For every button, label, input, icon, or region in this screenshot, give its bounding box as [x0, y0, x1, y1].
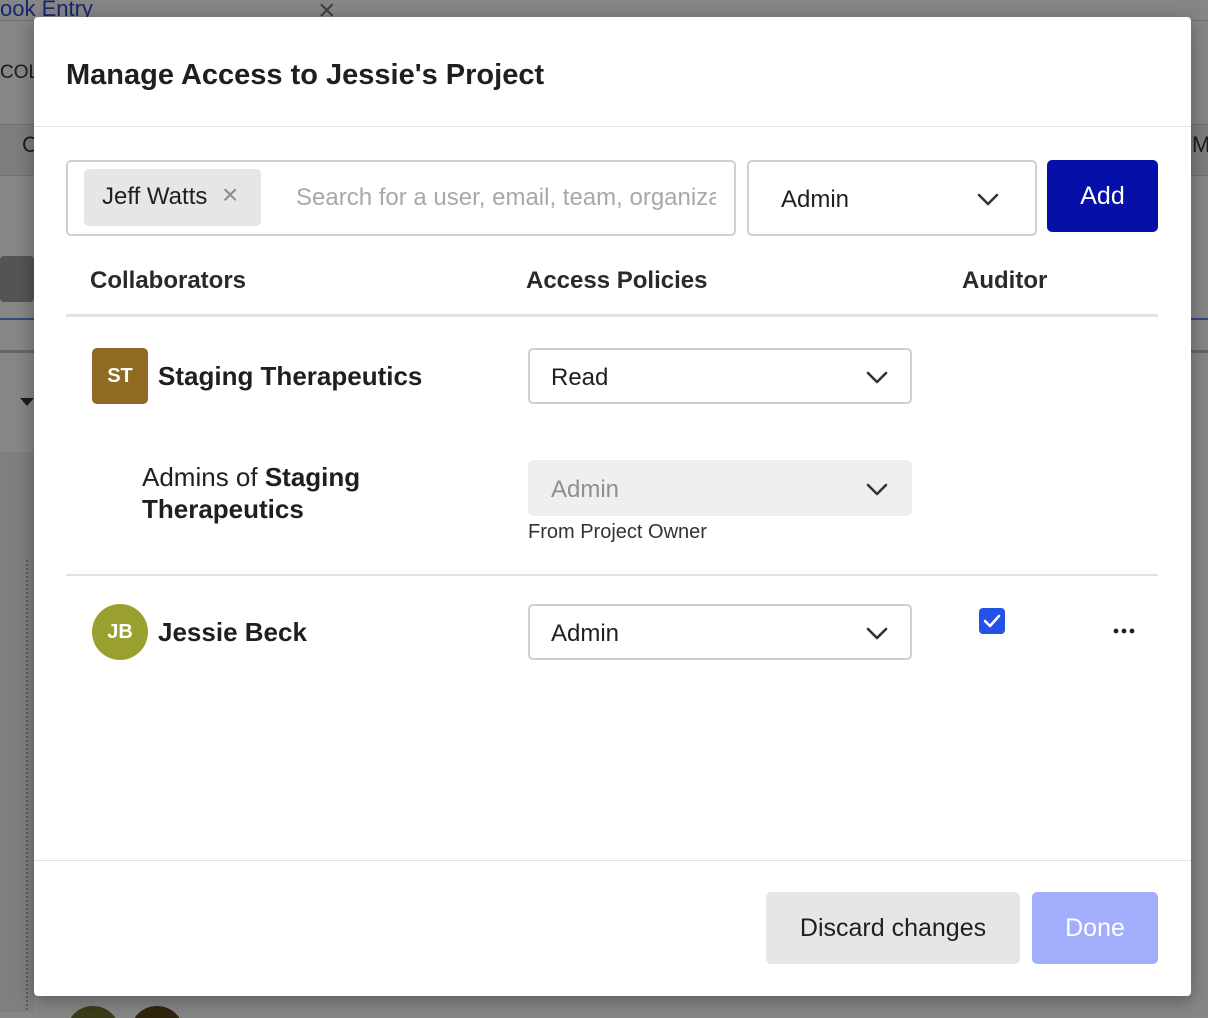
- new-collaborator-role-select[interactable]: Admin: [747, 160, 1037, 236]
- header-collaborators: Collaborators: [90, 267, 247, 294]
- header-auditor: Auditor: [962, 267, 1048, 294]
- sub-collaborator-name: Admins of Staging Therapeutics: [142, 461, 442, 525]
- collaborator-search-input[interactable]: [296, 178, 716, 218]
- inherited-policy-select: Admin: [528, 460, 912, 516]
- access-policy-value: Read: [551, 364, 609, 391]
- sub-collaborator-prefix: Admins of: [142, 462, 258, 492]
- role-select-value: Admin: [781, 186, 850, 213]
- selected-user-chip: Jeff Watts ×: [84, 169, 261, 226]
- header-access-policies: Access Policies: [526, 267, 708, 294]
- dialog-title: Manage Access to Jessie's Project: [66, 59, 545, 91]
- chevron-down-icon: [866, 371, 888, 385]
- collaborator-name: Jessie Beck: [158, 617, 307, 647]
- ellipsis-icon: [1113, 628, 1135, 634]
- discard-changes-button[interactable]: Discard changes: [766, 892, 1020, 964]
- chevron-down-icon: [866, 627, 888, 641]
- done-button[interactable]: Done: [1032, 892, 1158, 964]
- avatar: ST: [92, 348, 148, 404]
- footer-divider: [34, 860, 1191, 861]
- chevron-down-icon: [866, 483, 888, 497]
- access-policy-select[interactable]: Read: [528, 348, 912, 404]
- auditor-checkbox[interactable]: [979, 608, 1005, 634]
- chevron-down-icon: [977, 193, 999, 207]
- collaborator-name: Staging Therapeutics: [158, 361, 423, 391]
- add-collaborator-row: Jeff Watts × Admin Add: [66, 160, 1158, 236]
- checkmark-icon: [983, 614, 1001, 628]
- dialog-header: Manage Access to Jessie's Project: [34, 17, 1191, 127]
- access-policy-select[interactable]: Admin: [528, 604, 912, 660]
- collaborator-search-box[interactable]: Jeff Watts ×: [66, 160, 736, 236]
- avatar: JB: [92, 604, 148, 660]
- manage-access-dialog: Manage Access to Jessie's Project Jeff W…: [34, 17, 1191, 996]
- row-divider: [66, 574, 1158, 576]
- access-policy-value: Admin: [551, 620, 620, 647]
- more-options-button[interactable]: [1110, 617, 1138, 645]
- remove-chip-icon[interactable]: ×: [222, 179, 238, 211]
- inherited-policy-value: Admin: [551, 476, 620, 503]
- collaborators-table-header: Collaborators Access Policies Auditor: [66, 257, 1158, 317]
- chip-label: Jeff Watts: [102, 183, 208, 210]
- inherited-policy-note: From Project Owner: [528, 521, 707, 543]
- add-button[interactable]: Add: [1047, 160, 1158, 232]
